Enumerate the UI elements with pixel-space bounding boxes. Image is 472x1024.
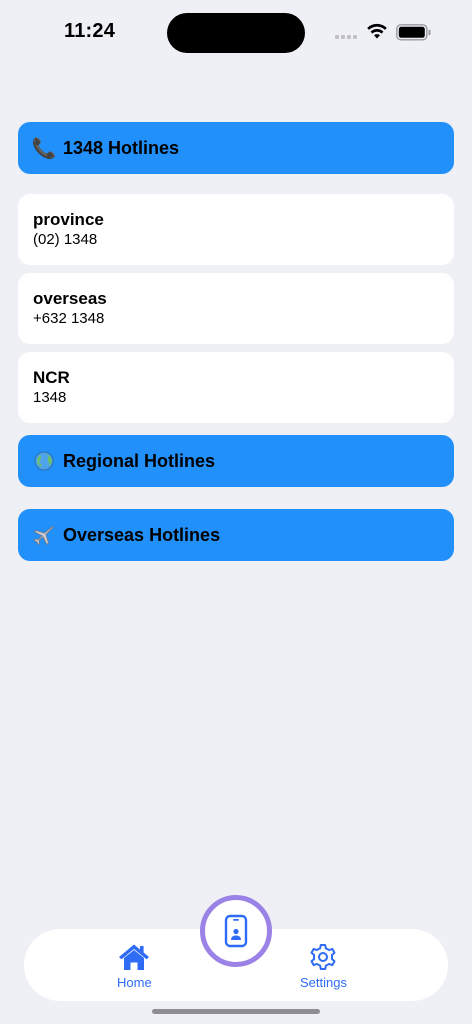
section-label: Regional Hotlines xyxy=(63,450,216,471)
hotline-item-ncr[interactable]: NCR 1348 xyxy=(18,352,454,423)
house-icon xyxy=(119,944,150,970)
wifi-icon xyxy=(367,23,387,39)
hotline-item-overseas[interactable]: overseas +632 1348 xyxy=(18,273,454,344)
battery-icon xyxy=(396,24,431,41)
phone-receiver-icon: 📞 xyxy=(31,137,57,160)
section-1348-hotlines[interactable]: 📞 1348 Hotlines xyxy=(18,122,454,174)
hotline-title: province xyxy=(33,210,104,229)
airplane-icon xyxy=(33,524,55,546)
tab-home[interactable]: Home xyxy=(117,943,152,990)
cellular-signal-icon xyxy=(335,35,357,39)
center-action-button[interactable] xyxy=(200,895,272,967)
home-indicator xyxy=(152,1009,320,1014)
dynamic-island xyxy=(167,13,305,53)
hotline-item-province[interactable]: province (02) 1348 xyxy=(18,194,454,265)
hotline-number: +632 1348 xyxy=(33,310,105,327)
tab-settings[interactable]: Settings xyxy=(300,943,347,990)
section-regional-hotlines[interactable]: Regional Hotlines xyxy=(18,435,454,487)
status-time: 11:24 xyxy=(64,20,116,42)
phone-contact-icon xyxy=(224,914,248,948)
hotline-title: NCR xyxy=(33,368,70,387)
screen: 11:24 📞 1348 Hotlines province (02) 1348… xyxy=(0,0,472,1024)
tab-home-label: Home xyxy=(117,975,152,990)
hotline-number: 1348 xyxy=(33,389,67,406)
hotline-title: overseas xyxy=(33,289,107,308)
globe-icon xyxy=(33,451,55,471)
gear-icon xyxy=(310,944,336,970)
section-label: Overseas Hotlines xyxy=(63,524,221,545)
tab-settings-label: Settings xyxy=(300,975,347,990)
section-label: 1348 Hotlines xyxy=(63,137,180,158)
hotline-items: province (02) 1348 overseas +632 1348 NC… xyxy=(18,194,454,423)
hotlines-list: 📞 1348 Hotlines province (02) 1348 overs… xyxy=(18,122,454,561)
hotline-number: (02) 1348 xyxy=(33,231,98,248)
section-overseas-hotlines[interactable]: Overseas Hotlines xyxy=(18,509,454,561)
